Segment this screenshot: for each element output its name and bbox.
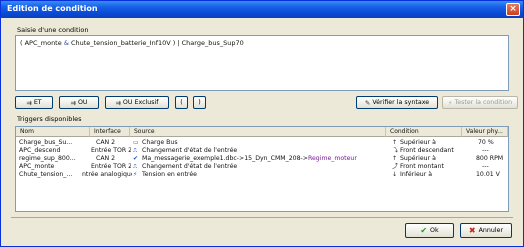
trigger-source: ⎍ Changement d'état de l'entrée xyxy=(133,163,238,170)
signal-pulse-icon: ⎍ xyxy=(133,163,138,170)
table-row[interactable]: APC_descend Entrée TOR 2 ⎍ Changement d'é… xyxy=(16,147,508,155)
condition-label: Saisie d'une condition xyxy=(17,26,89,34)
trigger-name: Chute_tension_... xyxy=(19,171,73,178)
trigger-interface: CAN 2 xyxy=(96,155,116,162)
column-header-nom[interactable]: Nom xyxy=(16,127,90,137)
trigger-source: ⎍ Changement d'état de l'entrée xyxy=(133,147,238,154)
check-icon: ✔ xyxy=(420,226,428,235)
trigger-condition: ↓ Inférieur à xyxy=(392,171,433,178)
trigger-value: 70 % xyxy=(478,139,494,146)
and-button[interactable]: ⇉ ET xyxy=(15,96,53,109)
close-button[interactable]: × xyxy=(506,3,520,16)
trigger-interface: Entrée TOR 2 xyxy=(91,163,131,170)
open-paren-button[interactable]: ( xyxy=(175,96,188,109)
ok-button[interactable]: ✔ Ok xyxy=(405,223,454,238)
trigger-value: 10.01 V xyxy=(476,171,500,178)
arrow-up-icon: ↑ xyxy=(392,139,398,146)
triggers-table[interactable]: Nom Interface Source Condition Valeur ph… xyxy=(15,126,509,212)
condition-expression: ( APC_monte & Chute_tension_batterie_Inf… xyxy=(20,39,244,47)
trigger-name: APC_monte xyxy=(19,163,55,170)
bus-icon: ▭ xyxy=(133,139,139,146)
verify-syntax-button[interactable]: ✎ Vérifier la syntaxe xyxy=(356,96,438,109)
trigger-value: 800 RPM xyxy=(476,155,504,162)
table-row[interactable]: regime_sup_800... CAN 2 ✔ Ma_messagerie_e… xyxy=(16,155,508,163)
trigger-value: --- xyxy=(482,163,489,170)
column-header-interface[interactable]: Interface xyxy=(90,127,130,137)
arrow-up-icon: ↑ xyxy=(392,155,398,162)
column-header-condition[interactable]: Condition xyxy=(386,127,462,137)
insert-operator-icon: ⇉ xyxy=(115,98,121,107)
trigger-interface: Entrée TOR 2 xyxy=(91,147,131,154)
trigger-interface: ntrée analogique xyxy=(82,171,132,178)
trigger-name: APC_descend xyxy=(19,147,61,154)
trigger-name: Charge_bus_Su... xyxy=(19,139,73,146)
test-icon: ⚡ xyxy=(447,98,453,107)
close-icon: × xyxy=(509,4,517,14)
column-header-valeur[interactable]: Valeur phy... xyxy=(462,127,508,137)
dialog-window: Edition de condition × Saisie d'une cond… xyxy=(0,0,524,247)
trigger-source: ⚡ Tension en entrée xyxy=(133,171,197,178)
trigger-source: ▭ Charge Bus xyxy=(133,139,178,146)
table-row[interactable]: Chute_tension_... ntrée analogique ⚡ Tens… xyxy=(16,171,508,179)
syntax-check-icon: ✎ xyxy=(364,98,371,107)
table-row[interactable]: APC_monte Entrée TOR 2 ⎍ Changement d'éta… xyxy=(16,163,508,171)
condition-editor[interactable]: ( APC_monte & Chute_tension_batterie_Inf… xyxy=(15,35,509,91)
column-header-source[interactable]: Source xyxy=(130,127,386,137)
arrow-down-icon: ↓ xyxy=(392,171,398,178)
triggers-label: Triggers disponibles xyxy=(17,115,82,123)
test-condition-button[interactable]: ⚡ Tester la condition xyxy=(442,96,518,109)
footer-divider xyxy=(11,217,513,218)
or-button[interactable]: ⇉ OU xyxy=(59,96,99,109)
title-bar[interactable]: Edition de condition × xyxy=(1,1,523,18)
trigger-condition: ↑ Supérieur à xyxy=(392,155,436,162)
insert-operator-icon: ⇉ xyxy=(70,98,76,107)
falling-edge-icon: ⤵ xyxy=(392,147,399,154)
signal-pulse-icon: ⎍ xyxy=(133,147,138,154)
close-icon: ✖ xyxy=(468,226,476,235)
rising-edge-icon: ⤴ xyxy=(392,163,399,170)
voltage-icon: ⚡ xyxy=(133,171,138,178)
window-title: Edition de condition xyxy=(7,4,98,13)
xor-button[interactable]: ⇉ OU Exclusif xyxy=(105,96,169,109)
trigger-condition: ⤴ Front montant xyxy=(392,163,444,170)
trigger-condition: ↑ Supérieur à xyxy=(392,139,436,146)
close-paren-button[interactable]: ) xyxy=(193,96,206,109)
check-icon: ✔ xyxy=(133,155,139,162)
trigger-condition: ⤵ Front descendant xyxy=(392,147,454,154)
table-row[interactable]: Charge_bus_Su... CAN 2 ▭ Charge Bus ↑ Supé… xyxy=(16,139,508,147)
trigger-source: ✔ Ma_messagerie_exemple1.dbc->15_Dyn_CMM_… xyxy=(133,155,357,162)
trigger-value: --- xyxy=(482,147,489,154)
trigger-interface: CAN 2 xyxy=(96,139,116,146)
trigger-name: regime_sup_800... xyxy=(19,155,76,162)
insert-operator-icon: ⇉ xyxy=(26,98,32,107)
cancel-button[interactable]: ✖ Annuler xyxy=(460,223,512,238)
